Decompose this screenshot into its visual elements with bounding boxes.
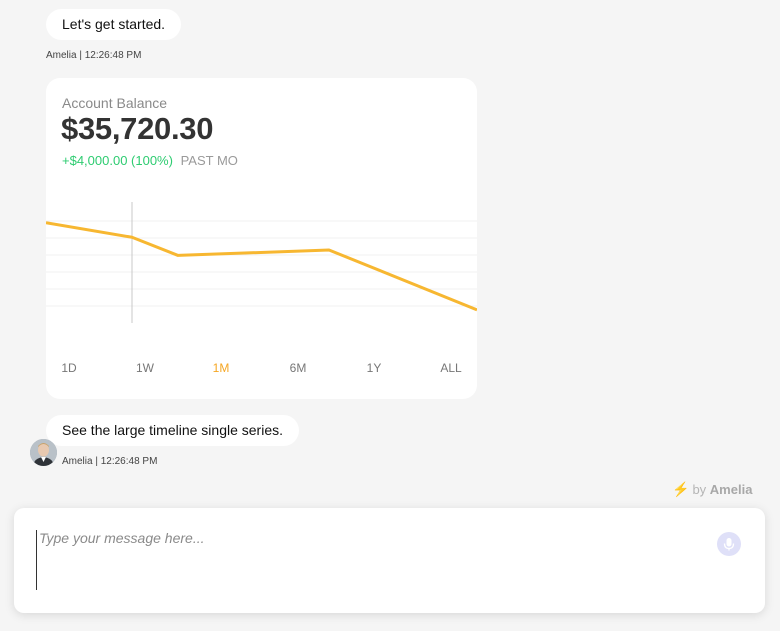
range-tab-1w[interactable]: 1W (136, 361, 154, 375)
message-meta: Amelia | 12:26:48 PM (46, 50, 142, 61)
avatar (30, 439, 57, 466)
range-tab-1y[interactable]: 1Y (367, 361, 382, 375)
message-meta: Amelia | 12:26:48 PM (62, 456, 158, 467)
range-tab-1d[interactable]: 1D (61, 361, 76, 375)
message-input[interactable] (36, 530, 679, 590)
balance-line-chart[interactable] (46, 78, 477, 338)
message-text: Let's get started. (62, 16, 166, 32)
branding-prefix: by (692, 482, 707, 497)
message-bubble: See the large timeline single series. (46, 415, 300, 446)
branding-name: Amelia (709, 482, 753, 497)
message-bubble: Let's get started. (46, 9, 182, 40)
range-tab-all[interactable]: ALL (440, 361, 461, 375)
microphone-button[interactable] (717, 532, 741, 556)
range-tab-1m[interactable]: 1M (213, 361, 230, 375)
balance-series-line (46, 221, 477, 312)
lightning-bolt-icon: ⚡ (672, 481, 690, 497)
range-tab-6m[interactable]: 6M (290, 361, 307, 375)
message-composer (14, 508, 765, 613)
message-text: See the large timeline single series. (62, 422, 284, 438)
powered-by-branding: ⚡ by Amelia (672, 481, 752, 498)
microphone-icon (723, 538, 735, 551)
account-balance-card: Account Balance $35,720.30 +$4,000.00 (1… (46, 78, 477, 399)
